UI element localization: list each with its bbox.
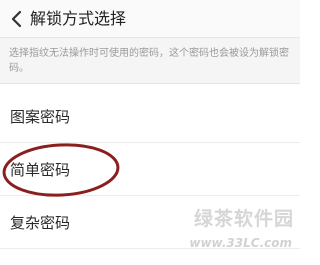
chevron-left-icon <box>11 10 22 28</box>
option-label: 复杂密码 <box>10 214 71 232</box>
option-label: 简单密码 <box>10 161 71 179</box>
description-panel: 选择指纹无法操作时可使用的密码，这个密码也会被设为解锁密码。 <box>0 38 300 84</box>
back-button[interactable] <box>4 4 30 34</box>
header-bar: 解锁方式选择 <box>0 0 300 38</box>
option-simple-password[interactable]: 简单密码 <box>0 144 300 196</box>
description-text: 选择指纹无法操作时可使用的密码，这个密码也会被设为解锁密码。 <box>9 48 289 74</box>
option-pattern-password[interactable]: 图案密码 <box>0 91 300 143</box>
option-complex-password[interactable]: 复杂密码 <box>0 197 300 249</box>
page-title: 解锁方式选择 <box>30 9 127 28</box>
option-label: 图案密码 <box>10 108 71 126</box>
